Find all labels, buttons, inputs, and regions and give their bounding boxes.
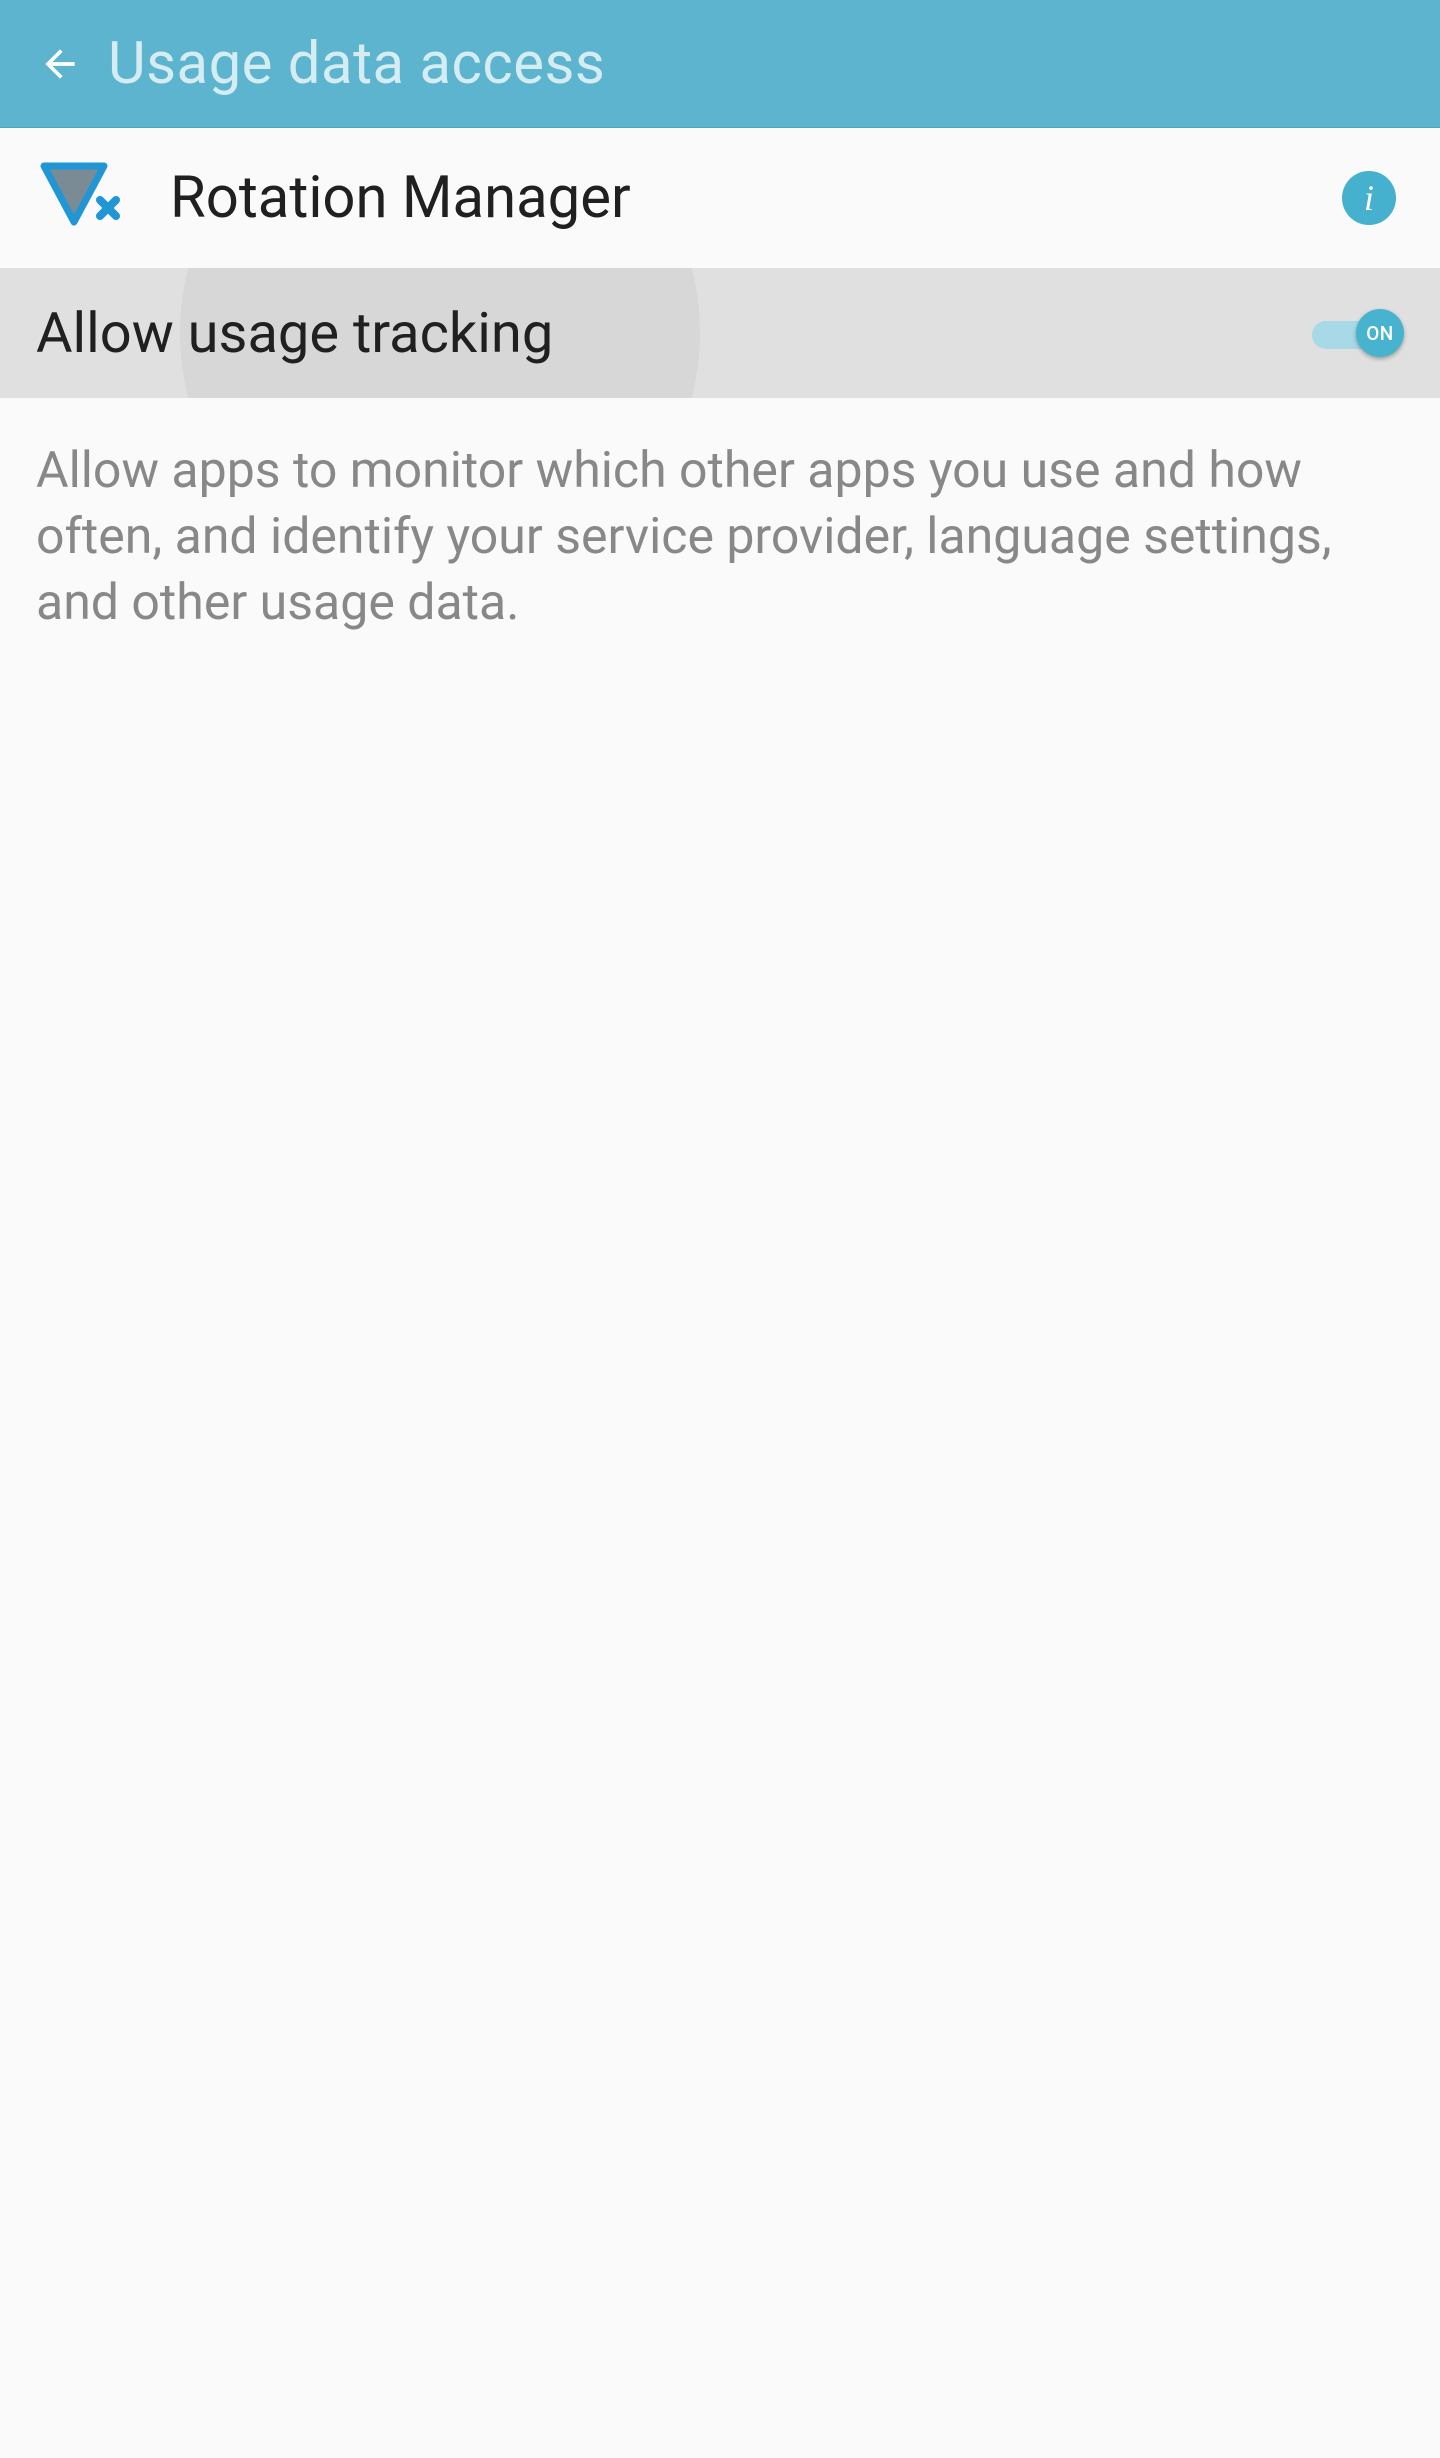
- usage-tracking-toggle[interactable]: ON: [1312, 309, 1404, 357]
- toggle-state-label: ON: [1366, 322, 1394, 345]
- app-icon: [36, 162, 128, 234]
- rotation-manager-icon: [36, 162, 128, 234]
- usage-tracking-toggle-row[interactable]: Allow usage tracking ON: [0, 268, 1440, 398]
- toggle-thumb: ON: [1356, 309, 1404, 357]
- info-icon: i: [1364, 177, 1374, 219]
- info-button[interactable]: i: [1342, 171, 1396, 225]
- description-text: Allow apps to monitor which other apps y…: [0, 398, 1440, 676]
- app-header-row: Rotation Manager i: [0, 128, 1440, 268]
- back-arrow-icon: [38, 42, 82, 86]
- header-bar: Usage data access: [0, 0, 1440, 128]
- page-title: Usage data access: [108, 30, 605, 98]
- app-name: Rotation Manager: [170, 164, 1342, 232]
- back-button[interactable]: [32, 36, 88, 92]
- toggle-label: Allow usage tracking: [36, 300, 1312, 366]
